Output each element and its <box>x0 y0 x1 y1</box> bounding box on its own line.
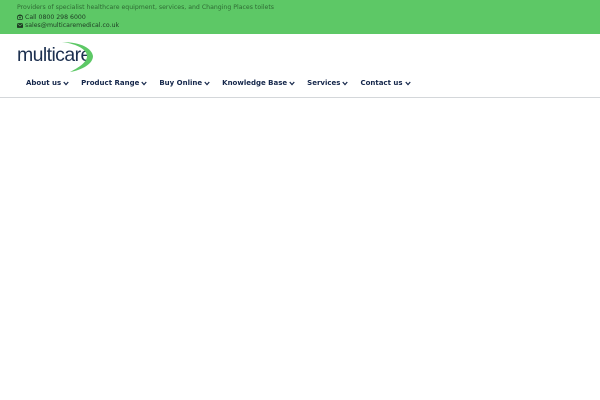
nav-label: About us <box>26 79 62 87</box>
email-link[interactable]: sales@multicaremedical.co.uk <box>17 21 119 29</box>
site-logo[interactable]: multicare <box>16 39 98 73</box>
nav-item-services[interactable]: Services <box>307 79 349 87</box>
chevron-down-icon <box>63 81 69 86</box>
site-header: multicare About us Product Range Buy Onl… <box>0 34 600 97</box>
phone-link[interactable]: Call 0800 298 6000 <box>17 13 86 21</box>
logo-swoosh-icon <box>62 42 93 72</box>
chevron-down-icon <box>404 81 411 86</box>
nav-label: Buy Online <box>159 79 203 87</box>
nav-item-buy-online[interactable]: Buy Online <box>159 79 210 87</box>
nav-label: Product Range <box>81 79 140 87</box>
nav-item-contact-us[interactable]: Contact us <box>360 79 411 87</box>
phone-text: Call 0800 298 6000 <box>25 13 86 21</box>
nav-item-product-range[interactable]: Product Range <box>81 79 148 87</box>
nav-label: Knowledge Base <box>222 79 288 87</box>
nav-label: Contact us <box>360 79 403 87</box>
envelope-icon <box>17 22 23 28</box>
nav-item-knowledge-base[interactable]: Knowledge Base <box>222 79 295 87</box>
nav-item-about-us[interactable]: About us <box>26 79 69 87</box>
chevron-down-icon <box>141 81 148 86</box>
chevron-down-icon <box>289 81 295 86</box>
main-content <box>0 98 600 400</box>
main-nav: About us Product Range Buy Online Knowle… <box>26 77 423 89</box>
chevron-down-icon <box>342 81 349 86</box>
phone-icon <box>17 14 23 20</box>
chevron-down-icon <box>204 81 210 86</box>
nav-label: Services <box>307 79 341 87</box>
top-info-bar: Providers of specialist healthcare equip… <box>0 0 600 34</box>
email-text: sales@multicaremedical.co.uk <box>25 21 120 29</box>
tagline: Providers of specialist healthcare equip… <box>17 4 274 11</box>
